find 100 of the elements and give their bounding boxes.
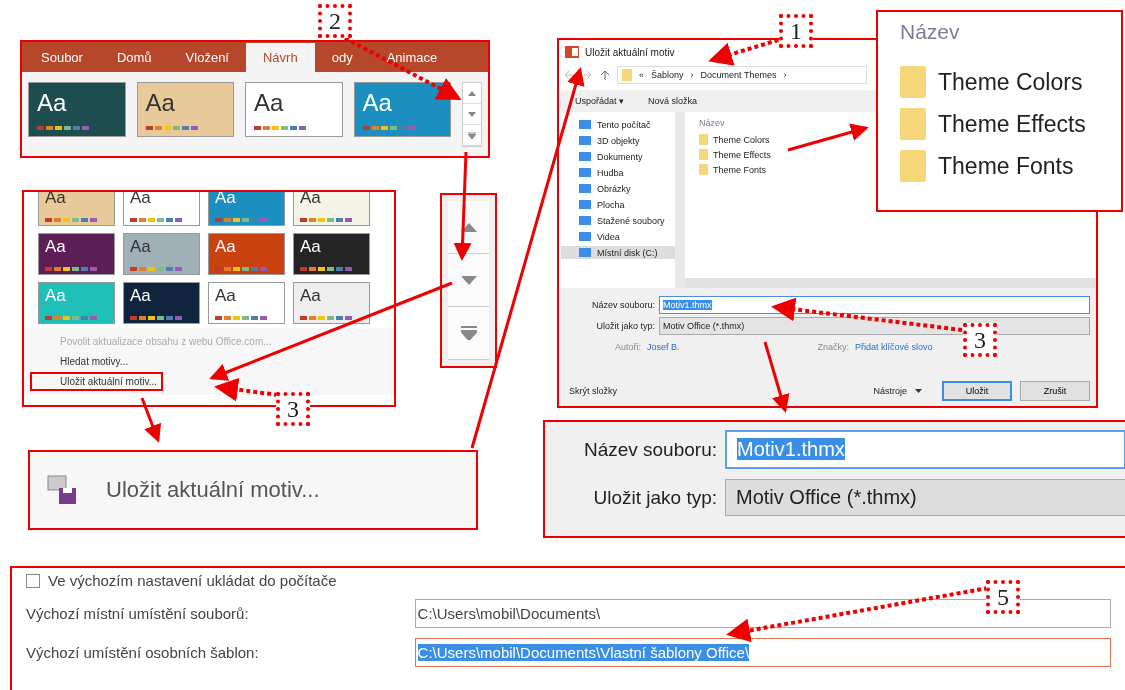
file-name-field: Motiv1.thmx <box>725 430 1125 469</box>
navigation-item[interactable]: Stažené soubory <box>579 214 675 227</box>
expand-icon <box>468 131 476 139</box>
ribbon-tab[interactable]: ody <box>314 50 370 72</box>
theme-thumbnail[interactable]: Aa <box>38 233 115 275</box>
field-label: Výchozí místní umístění souborů: <box>26 605 250 622</box>
field-label: Výchozí umístění osobních šablon: <box>26 644 260 661</box>
navigation-item[interactable]: Plocha <box>579 198 675 211</box>
navigation-item[interactable]: Tento počítač <box>579 118 675 131</box>
window-title: Uložit aktuální motiv <box>585 46 675 58</box>
down-arrow-icon <box>468 111 476 117</box>
theme-thumbnail[interactable]: Aa <box>123 192 200 226</box>
step-number-callout: 3 <box>276 392 310 426</box>
step-number-callout: 2 <box>318 4 352 38</box>
dotted-arrow <box>214 377 279 402</box>
breadcrumb[interactable]: Document Themes <box>700 70 777 80</box>
theme-thumbnail[interactable]: Aa <box>136 82 234 137</box>
location-icon <box>579 247 591 258</box>
field-label: Autoři: <box>615 342 641 352</box>
cancel-button[interactable]: Zrušit <box>1020 381 1090 401</box>
folder-icon <box>699 149 708 160</box>
field-label: Název souboru: <box>590 300 655 310</box>
theme-thumbnail[interactable]: Aa <box>123 282 200 324</box>
folder-icon <box>622 69 632 81</box>
address-bar[interactable]: « Šablony › Document Themes › <box>617 66 867 84</box>
menu-item[interactable]: Hledat motivy... <box>32 354 133 369</box>
tools-button[interactable]: Nástroje <box>873 386 907 396</box>
theme-thumbnail[interactable]: Aa <box>123 233 200 275</box>
toolbar-button[interactable]: Uspořádat ▾ <box>575 96 625 106</box>
column-header[interactable]: Název <box>699 118 725 128</box>
theme-thumbnail[interactable]: Aa <box>208 233 285 275</box>
folder-item[interactable]: Theme Fonts <box>699 164 767 175</box>
add-tag-link[interactable]: Přidat klíčové slovo <box>855 342 933 352</box>
breadcrumb[interactable]: « <box>639 70 644 80</box>
folder-item: Theme Effects <box>900 108 1121 140</box>
checkbox-label: Ve výchozím nastavení ukládat do počítače <box>48 572 337 589</box>
navigation-item[interactable]: Dokumenty <box>579 150 675 163</box>
horizontal-scrollbar[interactable] <box>685 278 1096 288</box>
step-number-callout: 3 <box>963 323 997 357</box>
field-label: Značky: <box>817 342 850 352</box>
theme-thumbnail[interactable]: Aa <box>293 233 370 275</box>
folder-item: Theme Colors <box>900 66 1121 98</box>
folder-icon <box>900 108 926 140</box>
hide-folders-button[interactable]: Skrýt složky <box>569 386 617 396</box>
checkbox[interactable] <box>26 573 40 588</box>
up-arrow-icon <box>468 90 476 96</box>
theme-thumbnail[interactable]: Aa <box>245 82 343 137</box>
scroll-down-button[interactable] <box>448 254 489 307</box>
folder-icon <box>699 134 708 145</box>
folder-item: Theme Fonts <box>900 150 1121 182</box>
step-number-callout: 1 <box>779 14 813 48</box>
folder-icon <box>699 164 708 175</box>
navigation-item[interactable]: Místní disk (C:) <box>561 246 675 259</box>
theme-thumbnail[interactable]: Aa <box>293 282 370 324</box>
folder-item[interactable]: Theme Colors <box>699 134 770 145</box>
step-number-callout: 5 <box>986 580 1020 614</box>
breadcrumb[interactable]: › <box>783 70 787 80</box>
field-label: Uložit jako typ: <box>592 486 717 509</box>
ribbon-tab[interactable]: Vložení <box>168 50 246 72</box>
down-arrow-icon <box>460 275 477 285</box>
theme-thumbnail[interactable]: Aa <box>208 282 285 324</box>
vertical-scrollbar[interactable] <box>675 112 685 288</box>
navigation-item[interactable]: Hudba <box>579 166 675 179</box>
authors-value[interactable]: Josef B. <box>647 342 680 352</box>
ribbon-tab[interactable]: Návrh <box>246 43 315 72</box>
save-button[interactable]: Uložit <box>942 381 1012 401</box>
ribbon-tab[interactable]: Soubor <box>24 50 100 72</box>
more-button[interactable] <box>448 307 489 360</box>
location-icon <box>579 119 591 130</box>
location-icon <box>579 183 591 194</box>
folder-icon <box>900 66 926 98</box>
ribbon-tab[interactable]: Domů <box>99 50 169 72</box>
menu-item[interactable]: Uložit aktuální motiv... <box>106 477 320 503</box>
field-label: Název souboru: <box>582 438 717 461</box>
menu-item[interactable]: Uložit aktuální motiv... <box>32 374 162 389</box>
navigation-arrows-icon[interactable] <box>565 70 609 80</box>
theme-thumbnail[interactable]: Aa <box>208 192 285 226</box>
navigation-item[interactable]: 3D objekty <box>579 134 675 147</box>
location-icon <box>579 151 591 162</box>
location-icon <box>579 167 591 178</box>
location-icon <box>579 199 591 210</box>
theme-thumbnail[interactable]: Aa <box>353 82 451 137</box>
breadcrumb[interactable]: › <box>690 70 694 80</box>
field-label: Uložit jako typ: <box>595 321 655 331</box>
save-theme-icon <box>46 474 78 506</box>
theme-thumbnail[interactable]: Aa <box>293 192 370 226</box>
navigation-item[interactable]: Obrázky <box>579 182 675 195</box>
theme-thumbnail[interactable]: Aa <box>28 82 126 137</box>
expand-icon <box>460 326 477 340</box>
ribbon-tab[interactable]: Animace <box>369 50 455 72</box>
column-header: Název <box>900 20 961 44</box>
location-icon <box>579 231 591 242</box>
toolbar-button[interactable]: Nová složka <box>648 96 698 106</box>
dropdown-icon[interactable] <box>915 389 922 393</box>
folder-item[interactable]: Theme Effects <box>699 149 771 160</box>
breadcrumb[interactable]: Šablony <box>651 70 684 80</box>
location-icon <box>579 135 591 146</box>
location-icon <box>579 215 591 226</box>
theme-thumbnail[interactable]: Aa <box>38 192 115 226</box>
navigation-item[interactable]: Videa <box>579 230 675 243</box>
